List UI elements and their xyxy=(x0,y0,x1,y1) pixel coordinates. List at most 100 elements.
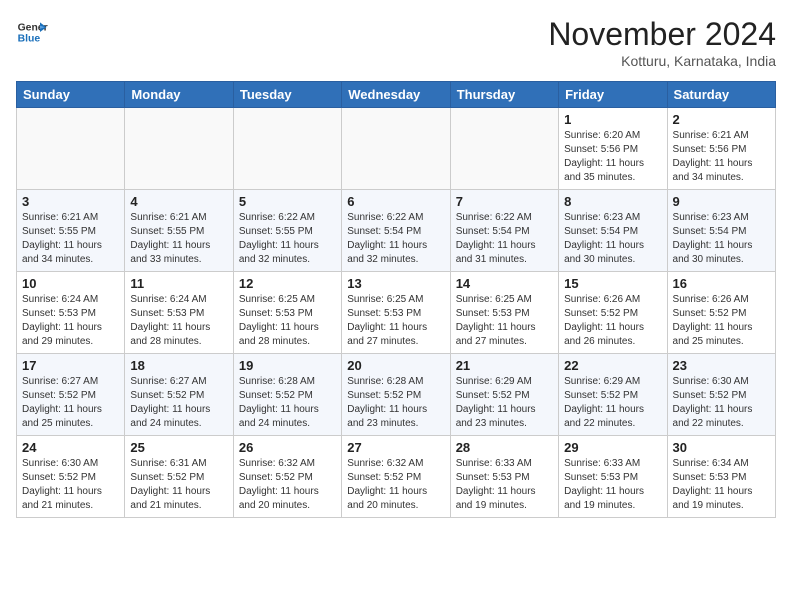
day-number: 5 xyxy=(239,194,336,209)
calendar-day-cell: 19 Sunrise: 6:28 AM Sunset: 5:52 PM Dayli… xyxy=(233,354,341,436)
calendar-week-row: 10Sunrise: 6:24 AM Sunset: 5:53 PM Dayli… xyxy=(17,272,776,354)
calendar-day-cell: 9 Sunrise: 6:23 AM Sunset: 5:54 PM Daylig… xyxy=(667,190,775,272)
day-info: Sunrise: 6:25 AM Sunset: 5:53 PM Dayligh… xyxy=(456,293,553,349)
day-number: 1 xyxy=(564,112,661,127)
day-number: 28 xyxy=(456,440,553,455)
calendar-header-row: SundayMondayTuesdayWednesdayThursdayFrid… xyxy=(17,82,776,108)
day-number: 29 xyxy=(564,440,661,455)
day-number: 3 xyxy=(22,194,119,209)
day-info: Sunrise: 6:24 AM Sunset: 5:53 PM Dayligh… xyxy=(22,293,119,349)
day-info: Sunrise: 6:32 AM Sunset: 5:52 PM Dayligh… xyxy=(239,457,336,513)
day-number: 19 xyxy=(239,358,336,373)
day-number: 4 xyxy=(130,194,227,209)
svg-text:Blue: Blue xyxy=(18,34,41,45)
calendar-day-cell: 28 Sunrise: 6:33 AM Sunset: 5:53 PM Dayli… xyxy=(450,436,558,518)
day-info: Sunrise: 6:21 AM Sunset: 5:55 PM Dayligh… xyxy=(22,211,119,267)
day-info: Sunrise: 6:33 AM Sunset: 5:53 PM Dayligh… xyxy=(564,457,661,513)
calendar-day-cell: 8Sunrise: 6:23 AM Sunset: 5:54 PM Daylig… xyxy=(559,190,667,272)
day-info: Sunrise: 6:28 AM Sunset: 5:52 PM Dayligh… xyxy=(347,375,444,431)
day-info: Sunrise: 6:30 AM Sunset: 5:52 PM Dayligh… xyxy=(673,375,770,431)
day-number: 25 xyxy=(130,440,227,455)
calendar-day-cell: 20Sunrise: 6:28 AM Sunset: 5:52 PM Dayli… xyxy=(342,354,450,436)
day-number: 27 xyxy=(347,440,444,455)
day-info: Sunrise: 6:21 AM Sunset: 5:55 PM Dayligh… xyxy=(130,211,227,267)
calendar-day-header: Thursday xyxy=(450,82,558,108)
day-number: 16 xyxy=(673,276,770,291)
day-info: Sunrise: 6:30 AM Sunset: 5:52 PM Dayligh… xyxy=(22,457,119,513)
day-number: 6 xyxy=(347,194,444,209)
day-number: 14 xyxy=(456,276,553,291)
day-info: Sunrise: 6:26 AM Sunset: 5:52 PM Dayligh… xyxy=(673,293,770,349)
day-info: Sunrise: 6:28 AM Sunset: 5:52 PM Dayligh… xyxy=(239,375,336,431)
month-title: November 2024 xyxy=(548,16,776,53)
calendar-day-cell: 18 Sunrise: 6:27 AM Sunset: 5:52 PM Dayli… xyxy=(125,354,233,436)
calendar-day-cell: 17 Sunrise: 6:27 AM Sunset: 5:52 PM Dayli… xyxy=(17,354,125,436)
day-info: Sunrise: 6:21 AM Sunset: 5:56 PM Dayligh… xyxy=(673,129,770,185)
calendar-day-cell xyxy=(342,108,450,190)
day-number: 13 xyxy=(347,276,444,291)
calendar-day-cell: 12 Sunrise: 6:25 AM Sunset: 5:53 PM Dayli… xyxy=(233,272,341,354)
day-number: 7 xyxy=(456,194,553,209)
calendar-day-cell: 16 Sunrise: 6:26 AM Sunset: 5:52 PM Dayli… xyxy=(667,272,775,354)
day-number: 8 xyxy=(564,194,661,209)
day-number: 2 xyxy=(673,112,770,127)
calendar-day-header: Tuesday xyxy=(233,82,341,108)
calendar-day-cell xyxy=(450,108,558,190)
calendar-day-cell: 30Sunrise: 6:34 AM Sunset: 5:53 PM Dayli… xyxy=(667,436,775,518)
day-info: Sunrise: 6:22 AM Sunset: 5:54 PM Dayligh… xyxy=(347,211,444,267)
day-number: 26 xyxy=(239,440,336,455)
day-info: Sunrise: 6:26 AM Sunset: 5:52 PM Dayligh… xyxy=(564,293,661,349)
calendar-week-row: 1 Sunrise: 6:20 AM Sunset: 5:56 PM Daylig… xyxy=(17,108,776,190)
calendar-day-cell: 21 Sunrise: 6:29 AM Sunset: 5:52 PM Dayli… xyxy=(450,354,558,436)
day-number: 11 xyxy=(130,276,227,291)
calendar-day-cell: 13Sunrise: 6:25 AM Sunset: 5:53 PM Dayli… xyxy=(342,272,450,354)
day-info: Sunrise: 6:20 AM Sunset: 5:56 PM Dayligh… xyxy=(564,129,661,185)
calendar-day-cell: 23 Sunrise: 6:30 AM Sunset: 5:52 PM Dayli… xyxy=(667,354,775,436)
day-info: Sunrise: 6:32 AM Sunset: 5:52 PM Dayligh… xyxy=(347,457,444,513)
day-info: Sunrise: 6:27 AM Sunset: 5:52 PM Dayligh… xyxy=(130,375,227,431)
logo-icon: General Blue xyxy=(16,16,48,48)
day-info: Sunrise: 6:31 AM Sunset: 5:52 PM Dayligh… xyxy=(130,457,227,513)
day-info: Sunrise: 6:24 AM Sunset: 5:53 PM Dayligh… xyxy=(130,293,227,349)
calendar-day-header: Monday xyxy=(125,82,233,108)
day-info: Sunrise: 6:33 AM Sunset: 5:53 PM Dayligh… xyxy=(456,457,553,513)
calendar-week-row: 3 Sunrise: 6:21 AM Sunset: 5:55 PM Daylig… xyxy=(17,190,776,272)
calendar-day-cell: 29 Sunrise: 6:33 AM Sunset: 5:53 PM Dayli… xyxy=(559,436,667,518)
day-info: Sunrise: 6:23 AM Sunset: 5:54 PM Dayligh… xyxy=(673,211,770,267)
calendar-day-cell: 2 Sunrise: 6:21 AM Sunset: 5:56 PM Daylig… xyxy=(667,108,775,190)
calendar-day-cell: 11 Sunrise: 6:24 AM Sunset: 5:53 PM Dayli… xyxy=(125,272,233,354)
calendar-day-cell: 24 Sunrise: 6:30 AM Sunset: 5:52 PM Dayli… xyxy=(17,436,125,518)
calendar-day-cell: 7 Sunrise: 6:22 AM Sunset: 5:54 PM Daylig… xyxy=(450,190,558,272)
day-info: Sunrise: 6:25 AM Sunset: 5:53 PM Dayligh… xyxy=(239,293,336,349)
day-info: Sunrise: 6:29 AM Sunset: 5:52 PM Dayligh… xyxy=(456,375,553,431)
calendar-day-cell xyxy=(17,108,125,190)
day-info: Sunrise: 6:22 AM Sunset: 5:55 PM Dayligh… xyxy=(239,211,336,267)
calendar-day-header: Wednesday xyxy=(342,82,450,108)
calendar-day-cell: 27 Sunrise: 6:32 AM Sunset: 5:52 PM Dayli… xyxy=(342,436,450,518)
calendar-day-cell: 15 Sunrise: 6:26 AM Sunset: 5:52 PM Dayli… xyxy=(559,272,667,354)
calendar-week-row: 17 Sunrise: 6:27 AM Sunset: 5:52 PM Dayli… xyxy=(17,354,776,436)
day-number: 21 xyxy=(456,358,553,373)
calendar-day-header: Saturday xyxy=(667,82,775,108)
calendar-day-cell: 6 Sunrise: 6:22 AM Sunset: 5:54 PM Daylig… xyxy=(342,190,450,272)
day-number: 17 xyxy=(22,358,119,373)
day-number: 22 xyxy=(564,358,661,373)
day-info: Sunrise: 6:34 AM Sunset: 5:53 PM Dayligh… xyxy=(673,457,770,513)
day-info: Sunrise: 6:27 AM Sunset: 5:52 PM Dayligh… xyxy=(22,375,119,431)
day-number: 24 xyxy=(22,440,119,455)
day-number: 12 xyxy=(239,276,336,291)
calendar-day-cell: 1 Sunrise: 6:20 AM Sunset: 5:56 PM Daylig… xyxy=(559,108,667,190)
day-info: Sunrise: 6:29 AM Sunset: 5:52 PM Dayligh… xyxy=(564,375,661,431)
logo: General Blue xyxy=(16,16,48,48)
calendar-day-cell: 10Sunrise: 6:24 AM Sunset: 5:53 PM Dayli… xyxy=(17,272,125,354)
day-number: 23 xyxy=(673,358,770,373)
day-number: 18 xyxy=(130,358,227,373)
calendar-day-header: Sunday xyxy=(17,82,125,108)
calendar-week-row: 24 Sunrise: 6:30 AM Sunset: 5:52 PM Dayli… xyxy=(17,436,776,518)
day-number: 9 xyxy=(673,194,770,209)
calendar-day-cell xyxy=(125,108,233,190)
calendar-day-cell: 22 Sunrise: 6:29 AM Sunset: 5:52 PM Dayli… xyxy=(559,354,667,436)
day-info: Sunrise: 6:22 AM Sunset: 5:54 PM Dayligh… xyxy=(456,211,553,267)
calendar-day-cell: 4 Sunrise: 6:21 AM Sunset: 5:55 PM Daylig… xyxy=(125,190,233,272)
day-number: 15 xyxy=(564,276,661,291)
